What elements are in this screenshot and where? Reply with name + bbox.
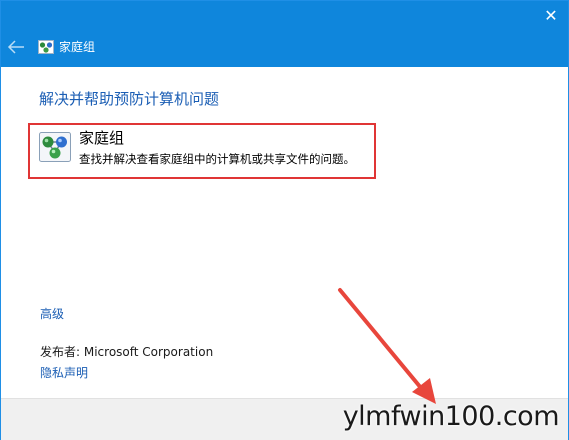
troubleshooter-window: ✕ 家庭组 解决并帮助预防计算机问题 家庭组 查找并解决查看家庭组中的计算机或共… [0, 0, 569, 440]
advanced-link[interactable]: 高级 [40, 306, 64, 322]
back-arrow-icon[interactable] [6, 38, 26, 56]
title-bar: ✕ 家庭组 [1, 1, 568, 67]
window-title: 家庭组 [59, 40, 96, 54]
homegroup-small-icon [38, 40, 54, 54]
homegroup-icon [39, 132, 71, 162]
watermark-text: ylmfwin100.com [342, 401, 560, 432]
privacy-statement-link[interactable]: 隐私声明 [40, 365, 88, 381]
close-button[interactable]: ✕ [540, 5, 562, 27]
publisher-text: 发布者: Microsoft Corporation [40, 345, 214, 359]
item-title: 家庭组 [79, 129, 125, 147]
homegroup-troubleshooter-item[interactable]: 家庭组 查找并解决查看家庭组中的计算机或共享文件的问题。 [28, 123, 376, 179]
page-heading: 解决并帮助预防计算机问题 [39, 90, 220, 108]
item-description: 查找并解决查看家庭组中的计算机或共享文件的问题。 [79, 152, 355, 166]
